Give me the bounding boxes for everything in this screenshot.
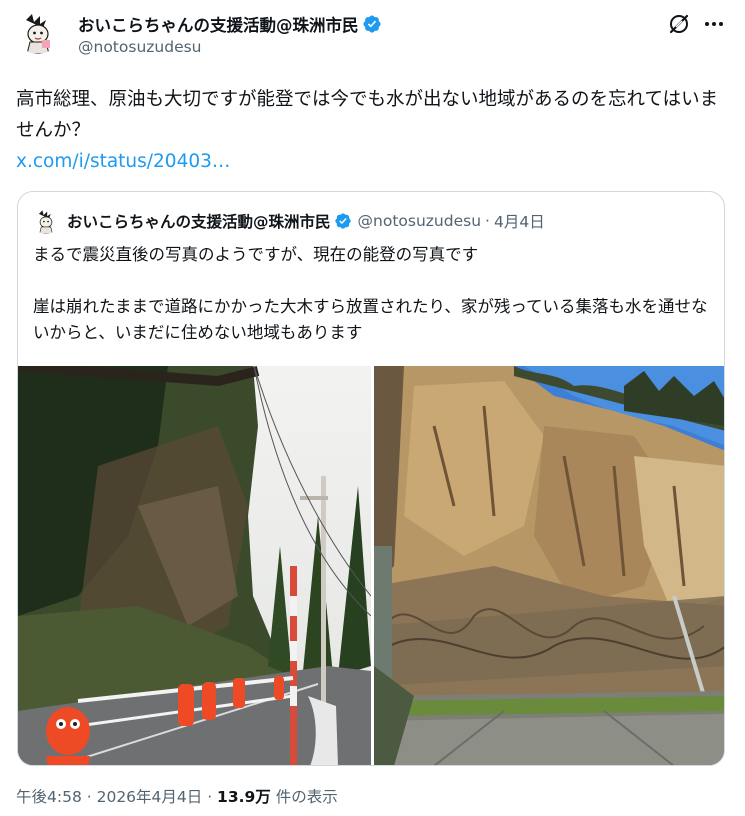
meta-separator: · [81,788,97,806]
verified-badge-icon [362,15,381,33]
author-name-row[interactable]: おいこらちゃんの支援活動@珠洲市民 [78,12,382,36]
views-count: 13.9万 [217,788,271,806]
tweet-date[interactable]: 2026年4月4日 [97,788,203,806]
tweet-header: おいこらちゃんの支援活動@珠洲市民 @notosuzudesu [0,0,745,70]
quoted-separator: · [485,212,490,230]
quoted-author-handle[interactable]: @notosuzudesu [358,212,482,230]
tweet-time[interactable]: 午後4:58 [16,788,82,806]
tweet-meta: 午後4:58 · 2026年4月4日 · 13.9万 件の表示 [16,785,338,807]
photo-collapsed-cliff[interactable] [374,366,724,765]
quoted-tweet[interactable]: おいこらちゃんの支援活動@珠洲市民 @notosuzudesu · 4月4日 ま… [17,191,725,766]
quoted-author-display-name[interactable]: おいこらちゃんの支援活動@珠洲市民 [67,210,331,232]
verified-badge-icon [334,213,351,229]
author-avatar[interactable] [16,10,60,54]
tweet-text: 高市総理、原油も大切ですが能登では今でも水が出ない地域があるのを忘れてはいません… [16,89,719,141]
tweet-status-link[interactable]: x.com/i/status/20403… [16,148,230,176]
quoted-text-line1: まるで震災直後の写真のようですが、現在の能登の写真です [33,245,479,264]
more-options-icon[interactable] [704,14,724,34]
photo-road-fallen-tree[interactable] [18,366,371,765]
quoted-date[interactable]: 4月4日 [494,210,545,232]
quoted-tweet-header: おいこらちゃんの支援活動@珠洲市民 @notosuzudesu · 4月4日 [33,208,545,234]
quoted-tweet-body: まるで震災直後の写真のようですが、現在の能登の写真です 崖は崩れたままで道路にか… [33,242,713,346]
grok-icon[interactable] [667,12,691,36]
quoted-text-line2: 崖は崩れたままで道路にかかった大木すら放置されたり、家が残っている集落も水を通せ… [33,297,708,342]
quoted-author-avatar[interactable] [33,208,59,234]
views-label: 件の表示 [270,788,338,806]
author-display-name[interactable]: おいこらちゃんの支援活動@珠洲市民 [78,12,359,36]
author-handle[interactable]: @notosuzudesu [78,38,202,56]
meta-separator: · [202,788,218,806]
